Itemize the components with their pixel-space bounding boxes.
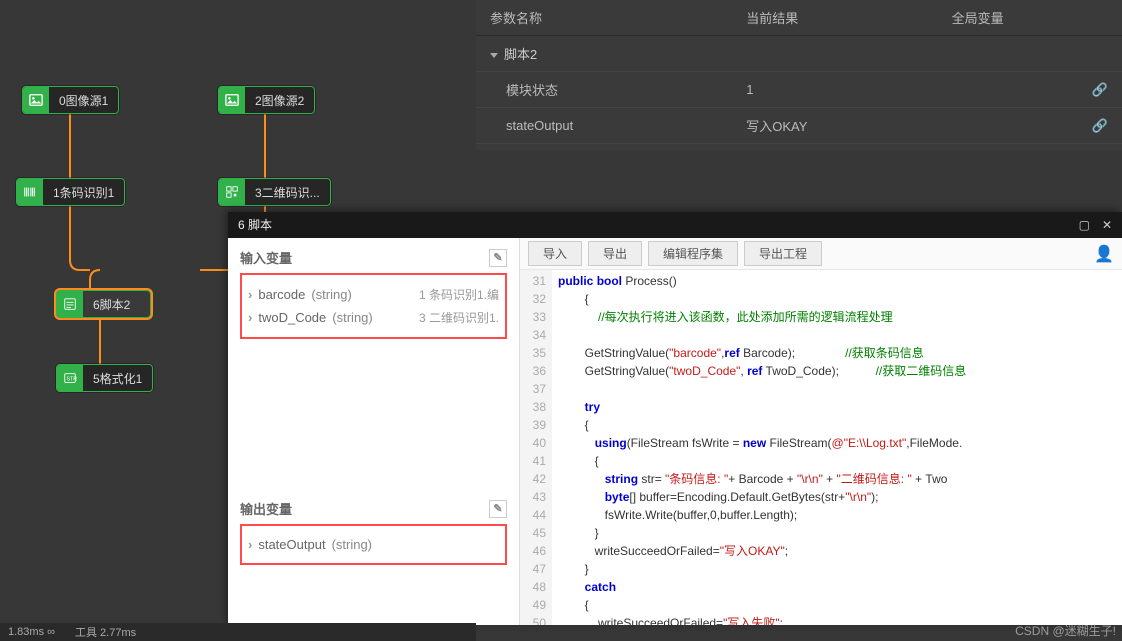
edit-assembly-button[interactable]: 编辑程序集 — [648, 241, 738, 266]
window-title: 6 脚本 — [238, 212, 272, 238]
window-titlebar[interactable]: 6 脚本 ▢ ✕ — [228, 212, 1122, 238]
var-row[interactable]: › twoD_Code (string) 3 二维码识别1. — [248, 306, 499, 329]
var-row[interactable]: › barcode (string) 1 条码识别1.编 — [248, 283, 499, 306]
link-icon[interactable]: 🔗 — [1092, 82, 1108, 98]
node-label: 0图像源1 — [49, 92, 118, 109]
image-icon — [219, 87, 245, 113]
qrcode-icon — [219, 179, 245, 205]
code-toolbar: 导入 导出 编辑程序集 导出工程 👤 — [520, 238, 1122, 270]
maximize-icon[interactable]: ▢ — [1079, 212, 1090, 238]
line-gutter: 31 32 33 34 35 36 37 38 39 40 41 42 43 4… — [520, 270, 552, 625]
node-label: 6脚本2 — [83, 296, 140, 313]
variables-pane: 输入变量 ✎ › barcode (string) 1 条码识别1.编 › tw… — [228, 238, 520, 625]
param-value: 写入OKAY — [732, 108, 937, 144]
export-project-button[interactable]: 导出工程 — [744, 241, 822, 266]
status-tools: 工具 2.77ms — [75, 624, 136, 640]
status-bar: 1.83ms ∞ 工具 2.77ms — [0, 623, 476, 641]
node-qrcode-3[interactable]: 3二维码识... — [218, 178, 331, 206]
image-icon — [23, 87, 49, 113]
code-lines[interactable]: public bool Process() { //每次执行将进入该函数，此处添… — [552, 270, 1122, 625]
svg-text:STR: STR — [67, 377, 78, 383]
col-global: 全局变量 — [938, 0, 1122, 36]
node-barcode-1[interactable]: 1条码识别1 — [16, 178, 125, 206]
node-image-source-0[interactable]: 0图像源1 — [22, 86, 119, 114]
node-format-5[interactable]: STR 5格式化1 — [56, 364, 153, 392]
output-vars-title: 输出变量 — [240, 499, 292, 518]
format-icon: STR — [57, 365, 83, 391]
input-vars-title: 输入变量 — [240, 248, 292, 267]
col-current: 当前结果 — [732, 0, 937, 36]
param-name: 模块状态 — [476, 72, 732, 108]
link-icon[interactable]: 🔗 — [1092, 118, 1108, 134]
node-label: 2图像源2 — [245, 92, 314, 109]
results-panel: 参数名称 当前结果 全局变量 脚本2 模块状态 1 🔗 stateOutput … — [476, 0, 1122, 150]
group-row[interactable]: 脚本2 — [476, 36, 1122, 72]
script-window: 6 脚本 ▢ ✕ 输入变量 ✎ › barcode (string) 1 条码识… — [228, 212, 1122, 625]
chevron-right-icon: › — [248, 287, 252, 302]
edit-input-vars-button[interactable]: ✎ — [489, 249, 507, 267]
col-param: 参数名称 — [476, 0, 732, 36]
export-button[interactable]: 导出 — [588, 241, 642, 266]
var-row[interactable]: › stateOutput (string) — [248, 534, 499, 555]
chevron-right-icon: › — [248, 537, 252, 552]
code-pane: 导入 导出 编辑程序集 导出工程 👤 31 32 33 34 35 36 37 … — [520, 238, 1122, 625]
chevron-right-icon: › — [248, 310, 252, 325]
code-editor[interactable]: 31 32 33 34 35 36 37 38 39 40 41 42 43 4… — [520, 270, 1122, 625]
user-icon[interactable]: 👤 — [1094, 244, 1114, 264]
input-vars-box: › barcode (string) 1 条码识别1.编 › twoD_Code… — [240, 273, 507, 339]
node-label: 3二维码识... — [245, 184, 330, 201]
edit-output-vars-button[interactable]: ✎ — [489, 500, 507, 518]
barcode-icon — [17, 179, 43, 205]
param-value: 1 — [732, 72, 937, 108]
param-name: stateOutput — [476, 108, 732, 144]
status-left: 1.83ms ∞ — [8, 626, 55, 638]
import-button[interactable]: 导入 — [528, 241, 582, 266]
script-icon — [57, 291, 83, 317]
node-label: 1条码识别1 — [43, 184, 124, 201]
node-script-6[interactable]: 6脚本2 — [56, 290, 151, 318]
node-label: 5格式化1 — [83, 370, 152, 387]
node-image-source-2[interactable]: 2图像源2 — [218, 86, 315, 114]
output-vars-box: › stateOutput (string) — [240, 524, 507, 565]
close-icon[interactable]: ✕ — [1102, 212, 1112, 238]
